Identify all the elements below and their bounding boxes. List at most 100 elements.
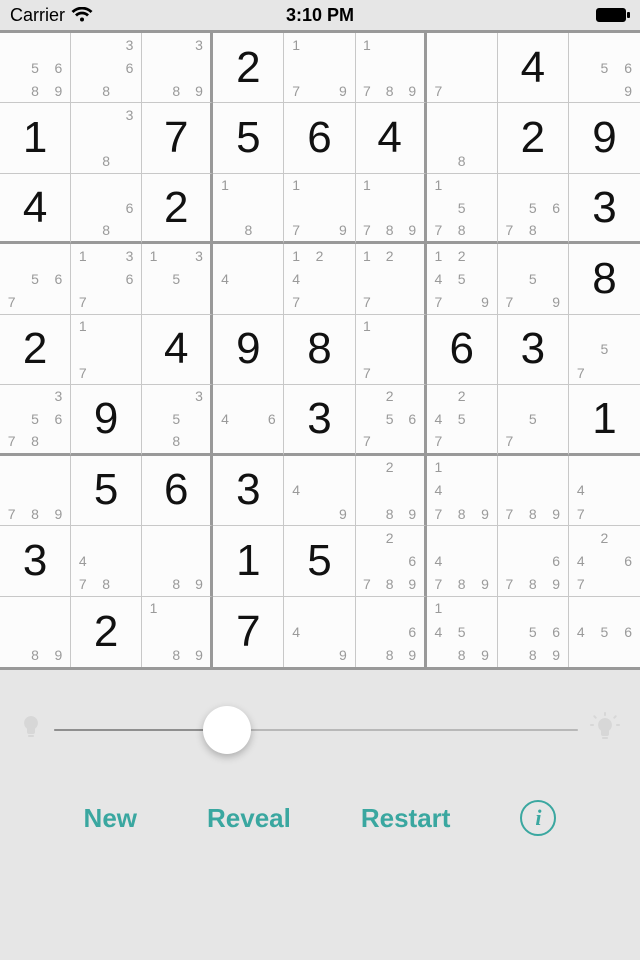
info-icon[interactable]: i — [520, 800, 556, 836]
cell-r4-c0[interactable]: 2 — [0, 315, 71, 385]
cell-r1-c3[interactable]: 5 — [213, 103, 284, 173]
cell-r0-c3[interactable]: 2 — [213, 33, 284, 103]
cell-r7-c5[interactable]: 26789 — [356, 526, 427, 596]
cell-value: 7 — [142, 103, 210, 172]
cell-r6-c3[interactable]: 3 — [213, 456, 284, 526]
cell-pencil-marks: 689 — [356, 597, 424, 667]
cell-r7-c1[interactable]: 478 — [71, 526, 142, 596]
cell-r0-c8[interactable]: 569 — [569, 33, 640, 103]
cell-r8-c8[interactable]: 456 — [569, 597, 640, 667]
new-button[interactable]: New — [84, 803, 137, 834]
cell-r8-c3[interactable]: 7 — [213, 597, 284, 667]
cell-r0-c1[interactable]: 368 — [71, 33, 142, 103]
cell-r0-c2[interactable]: 389 — [142, 33, 213, 103]
cell-pencil-marks: 1789 — [356, 33, 424, 102]
cell-r6-c5[interactable]: 289 — [356, 456, 427, 526]
cell-r8-c2[interactable]: 189 — [142, 597, 213, 667]
cell-r4-c2[interactable]: 4 — [142, 315, 213, 385]
cell-r4-c6[interactable]: 6 — [427, 315, 498, 385]
cell-r5-c7[interactable]: 57 — [498, 385, 569, 455]
cell-r1-c4[interactable]: 6 — [284, 103, 355, 173]
cell-r3-c0[interactable]: 567 — [0, 244, 71, 314]
cell-r8-c7[interactable]: 5689 — [498, 597, 569, 667]
cell-r6-c1[interactable]: 5 — [71, 456, 142, 526]
cell-r5-c8[interactable]: 1 — [569, 385, 640, 455]
restart-button[interactable]: Restart — [361, 803, 451, 834]
cell-r7-c8[interactable]: 2467 — [569, 526, 640, 596]
cell-r1-c8[interactable]: 9 — [569, 103, 640, 173]
cell-r2-c6[interactable]: 1578 — [427, 174, 498, 244]
cell-r0-c0[interactable]: 5689 — [0, 33, 71, 103]
cell-r8-c5[interactable]: 689 — [356, 597, 427, 667]
cell-r1-c2[interactable]: 7 — [142, 103, 213, 173]
cell-r5-c5[interactable]: 2567 — [356, 385, 427, 455]
cell-r4-c4[interactable]: 8 — [284, 315, 355, 385]
cell-r3-c3[interactable]: 4 — [213, 244, 284, 314]
cell-r4-c7[interactable]: 3 — [498, 315, 569, 385]
cell-pencil-marks: 35678 — [0, 385, 70, 452]
cell-pencil-marks: 2567 — [356, 385, 424, 452]
cell-r8-c6[interactable]: 14589 — [427, 597, 498, 667]
cell-r5-c2[interactable]: 358 — [142, 385, 213, 455]
cell-value: 5 — [213, 103, 283, 172]
cell-pencil-marks: 179 — [284, 174, 354, 241]
cell-r1-c5[interactable]: 4 — [356, 103, 427, 173]
cell-r2-c5[interactable]: 1789 — [356, 174, 427, 244]
cell-r3-c2[interactable]: 135 — [142, 244, 213, 314]
cell-r6-c8[interactable]: 47 — [569, 456, 640, 526]
cell-r8-c0[interactable]: 89 — [0, 597, 71, 667]
cell-r3-c8[interactable]: 8 — [569, 244, 640, 314]
cell-r3-c1[interactable]: 1367 — [71, 244, 142, 314]
cell-r7-c3[interactable]: 1 — [213, 526, 284, 596]
cell-r3-c5[interactable]: 127 — [356, 244, 427, 314]
cell-r6-c4[interactable]: 49 — [284, 456, 355, 526]
cell-r1-c7[interactable]: 2 — [498, 103, 569, 173]
cell-r3-c6[interactable]: 124579 — [427, 244, 498, 314]
reveal-button[interactable]: Reveal — [207, 803, 291, 834]
cell-r7-c7[interactable]: 6789 — [498, 526, 569, 596]
cell-r5-c3[interactable]: 46 — [213, 385, 284, 455]
cell-r2-c1[interactable]: 68 — [71, 174, 142, 244]
cell-r8-c1[interactable]: 2 — [71, 597, 142, 667]
cell-r0-c6[interactable]: 7 — [427, 33, 498, 103]
cell-r7-c6[interactable]: 4789 — [427, 526, 498, 596]
cell-r3-c7[interactable]: 579 — [498, 244, 569, 314]
brightness-slider[interactable] — [54, 728, 578, 732]
cell-r6-c7[interactable]: 789 — [498, 456, 569, 526]
cell-pencil-marks: 124579 — [427, 244, 497, 313]
cell-r1-c0[interactable]: 1 — [0, 103, 71, 173]
cell-r2-c0[interactable]: 4 — [0, 174, 71, 244]
cell-r5-c4[interactable]: 3 — [284, 385, 355, 455]
cell-pencil-marks: 2457 — [427, 385, 497, 452]
cell-r4-c3[interactable]: 9 — [213, 315, 284, 385]
cell-r4-c8[interactable]: 57 — [569, 315, 640, 385]
cell-r8-c4[interactable]: 49 — [284, 597, 355, 667]
cell-r5-c1[interactable]: 9 — [71, 385, 142, 455]
cell-value: 3 — [569, 174, 640, 241]
cell-r1-c1[interactable]: 38 — [71, 103, 142, 173]
cell-r2-c7[interactable]: 5678 — [498, 174, 569, 244]
cell-r7-c2[interactable]: 89 — [142, 526, 213, 596]
cell-r2-c3[interactable]: 18 — [213, 174, 284, 244]
cell-r5-c0[interactable]: 35678 — [0, 385, 71, 455]
cell-r3-c4[interactable]: 1247 — [284, 244, 355, 314]
cell-r7-c4[interactable]: 5 — [284, 526, 355, 596]
slider-thumb[interactable] — [203, 706, 251, 754]
cell-r2-c4[interactable]: 179 — [284, 174, 355, 244]
cell-r5-c6[interactable]: 2457 — [427, 385, 498, 455]
cell-r0-c4[interactable]: 179 — [284, 33, 355, 103]
cell-r7-c0[interactable]: 3 — [0, 526, 71, 596]
cell-r6-c0[interactable]: 789 — [0, 456, 71, 526]
cell-r6-c2[interactable]: 6 — [142, 456, 213, 526]
cell-r6-c6[interactable]: 14789 — [427, 456, 498, 526]
cell-r0-c7[interactable]: 4 — [498, 33, 569, 103]
cell-value: 4 — [498, 33, 568, 102]
cell-r2-c8[interactable]: 3 — [569, 174, 640, 244]
cell-r0-c5[interactable]: 1789 — [356, 33, 427, 103]
status-right — [596, 8, 630, 22]
cell-r2-c2[interactable]: 2 — [142, 174, 213, 244]
cell-r1-c6[interactable]: 8 — [427, 103, 498, 173]
cell-value: 6 — [142, 456, 210, 525]
cell-r4-c1[interactable]: 17 — [71, 315, 142, 385]
cell-r4-c5[interactable]: 17 — [356, 315, 427, 385]
